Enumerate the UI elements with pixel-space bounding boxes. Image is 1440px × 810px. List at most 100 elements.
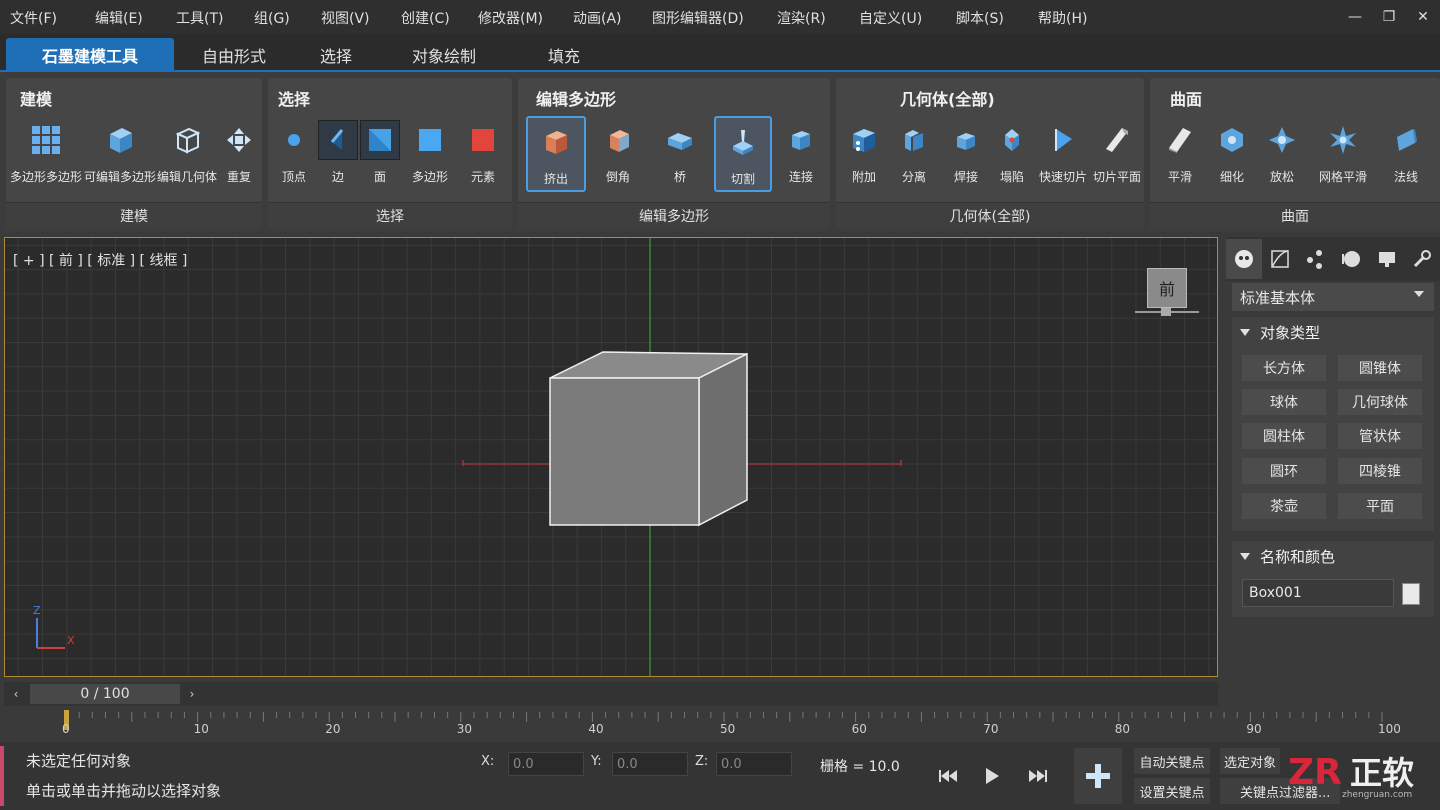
- go-to-start-icon[interactable]: [934, 762, 962, 790]
- zr-logo-icon: ZR: [1288, 752, 1342, 790]
- cylinder-create-button[interactable]: 圆柱体: [1242, 423, 1326, 449]
- attach-button[interactable]: 附加: [840, 116, 888, 192]
- plane-create-button[interactable]: 平面: [1338, 493, 1422, 519]
- watermark-brand: 正软: [1350, 754, 1415, 792]
- pyramid-create-button[interactable]: 四棱锥: [1338, 458, 1422, 484]
- edge-button[interactable]: 边: [318, 116, 358, 192]
- minimize-button[interactable]: —: [1338, 0, 1372, 34]
- menu-customize[interactable]: 自定义(U): [859, 8, 922, 28]
- go-to-end-icon[interactable]: [1024, 762, 1052, 790]
- name-color-header[interactable]: 名称和颜色: [1232, 541, 1434, 571]
- polygon-modeling-button[interactable]: 多边形多边形: [10, 116, 82, 192]
- menu-modifiers[interactable]: 修改器(M): [478, 8, 543, 28]
- tab-populate[interactable]: 填充: [520, 38, 608, 72]
- viewport-label[interactable]: [ + ] [ 前 ] [ 标准 ] [ 线框 ]: [13, 250, 187, 270]
- viewcube-marker: [1161, 308, 1171, 316]
- category-dropdown[interactable]: 标准基本体: [1232, 283, 1434, 311]
- object-name-field[interactable]: Box001: [1242, 579, 1394, 607]
- face-button[interactable]: 面: [360, 116, 400, 192]
- tab-freeform[interactable]: 自由形式: [184, 38, 284, 72]
- maxscript-listener-strip[interactable]: [0, 746, 4, 806]
- menu-graph-editors[interactable]: 图形编辑器(D): [652, 8, 744, 28]
- watermark-logo: ZR 正软 zhengruan.com: [1286, 750, 1440, 806]
- polygon-button[interactable]: 多边形: [404, 116, 456, 192]
- time-slider[interactable]: ‹ 0 / 100 ›: [4, 682, 1218, 706]
- time-slider-thumb[interactable]: 0 / 100: [30, 684, 180, 704]
- relax-button[interactable]: 放松: [1258, 116, 1306, 192]
- cone-create-button[interactable]: 圆锥体: [1338, 355, 1422, 381]
- motion-tab-icon[interactable]: [1333, 239, 1369, 279]
- tube-create-button[interactable]: 管状体: [1338, 423, 1422, 449]
- axis-tripod: [36, 618, 65, 649]
- display-tab-icon[interactable]: [1369, 239, 1405, 279]
- create-tab-icon[interactable]: [1226, 239, 1262, 279]
- bridge-button[interactable]: 桥: [652, 116, 708, 192]
- chevron-down-icon: [1414, 291, 1424, 297]
- torus-create-button[interactable]: 圆环: [1242, 458, 1326, 484]
- y-coord-field[interactable]: 0.0: [612, 752, 688, 776]
- vertex-button[interactable]: 顶点: [272, 116, 316, 192]
- repeat-button[interactable]: 重复: [218, 116, 260, 192]
- teapot-create-button[interactable]: 茶壶: [1242, 493, 1326, 519]
- connect-button[interactable]: 连接: [776, 116, 826, 192]
- hierarchy-tab-icon[interactable]: [1297, 239, 1333, 279]
- cut-icon: [723, 122, 763, 162]
- editable-poly-button[interactable]: 可编辑多边形: [84, 116, 156, 192]
- tab-object-paint[interactable]: 对象绘制: [394, 38, 494, 72]
- next-frame-arrow-icon[interactable]: ›: [182, 685, 202, 703]
- menu-view[interactable]: 视图(V): [321, 8, 370, 28]
- x-coord-field[interactable]: 0.0: [508, 752, 584, 776]
- auto-key-button[interactable]: 自动关键点: [1134, 748, 1210, 774]
- attach-icon: [844, 120, 884, 160]
- menu-create[interactable]: 创建(C): [401, 8, 450, 28]
- play-icon[interactable]: [978, 762, 1006, 790]
- box-create-button[interactable]: 长方体: [1242, 355, 1326, 381]
- tessellate-button[interactable]: 细化: [1208, 116, 1256, 192]
- detach-button[interactable]: 分离: [890, 116, 938, 192]
- menu-file[interactable]: 文件(F): [10, 8, 57, 28]
- set-key-big-button[interactable]: [1074, 748, 1122, 804]
- front-viewport[interactable]: [ + ] [ 前 ] [ 标准 ] [ 线框 ] Z X 前: [4, 237, 1218, 677]
- restore-button[interactable]: ❐: [1372, 0, 1406, 34]
- weld-button[interactable]: 焊接: [942, 116, 990, 192]
- menu-scripting[interactable]: 脚本(S): [956, 8, 1004, 28]
- quickslice-button[interactable]: 快速切片: [1036, 116, 1090, 192]
- y-coord-label: Y:: [591, 754, 602, 769]
- meshsmooth-button[interactable]: 网格平滑: [1310, 116, 1376, 192]
- sphere-create-button[interactable]: 球体: [1242, 389, 1326, 415]
- app-window: 文件(F) 编辑(E) 工具(T) 组(G) 视图(V) 创建(C) 修改器(M…: [0, 0, 1440, 810]
- cut-button[interactable]: 切割: [714, 116, 772, 192]
- set-key-button[interactable]: 设置关键点: [1134, 778, 1210, 804]
- smooth-button[interactable]: 平滑: [1156, 116, 1204, 192]
- frame-tick-label: 90: [1246, 722, 1262, 736]
- selected-dropdown[interactable]: 选定对象: [1220, 748, 1280, 774]
- watermark-domain: zhengruan.com: [1342, 790, 1413, 800]
- command-panel: 标准基本体 对象类型 长方体 圆锥体 球体 几何球体 圆柱体 管状体 圆环 四棱…: [1226, 237, 1440, 737]
- menu-edit[interactable]: 编辑(E): [95, 8, 143, 28]
- menu-help[interactable]: 帮助(H): [1038, 8, 1087, 28]
- box-object[interactable]: [549, 351, 748, 527]
- track-bar[interactable]: 0 10 20 30 40 50 60 70 80 90 100: [0, 708, 1440, 742]
- menu-tools[interactable]: 工具(T): [176, 8, 223, 28]
- bevel-button[interactable]: 倒角: [590, 116, 646, 192]
- viewcube[interactable]: 前: [1147, 268, 1187, 308]
- modify-tab-icon[interactable]: [1262, 239, 1298, 279]
- normals-button[interactable]: 法线: [1380, 116, 1432, 192]
- menu-rendering[interactable]: 渲染(R): [777, 8, 826, 28]
- menu-animation[interactable]: 动画(A): [573, 8, 622, 28]
- edit-geometry-button[interactable]: 编辑几何体: [156, 116, 218, 192]
- tab-graphite-modeling[interactable]: 石墨建模工具: [6, 38, 174, 72]
- geosphere-create-button[interactable]: 几何球体: [1338, 389, 1422, 415]
- menu-group[interactable]: 组(G): [254, 8, 290, 28]
- prev-frame-arrow-icon[interactable]: ‹: [6, 685, 26, 703]
- z-coord-field[interactable]: 0.0: [716, 752, 792, 776]
- element-button[interactable]: 元素: [458, 116, 508, 192]
- slice-plane-button[interactable]: 切片平面: [1092, 116, 1142, 192]
- close-button[interactable]: ✕: [1406, 0, 1440, 34]
- tab-selection[interactable]: 选择: [296, 38, 376, 72]
- object-color-swatch[interactable]: [1402, 583, 1420, 605]
- object-type-header[interactable]: 对象类型: [1232, 317, 1434, 347]
- collapse-button[interactable]: 塌陷: [990, 116, 1034, 192]
- extrude-button[interactable]: 挤出: [526, 116, 586, 192]
- utilities-tab-icon[interactable]: [1404, 239, 1440, 279]
